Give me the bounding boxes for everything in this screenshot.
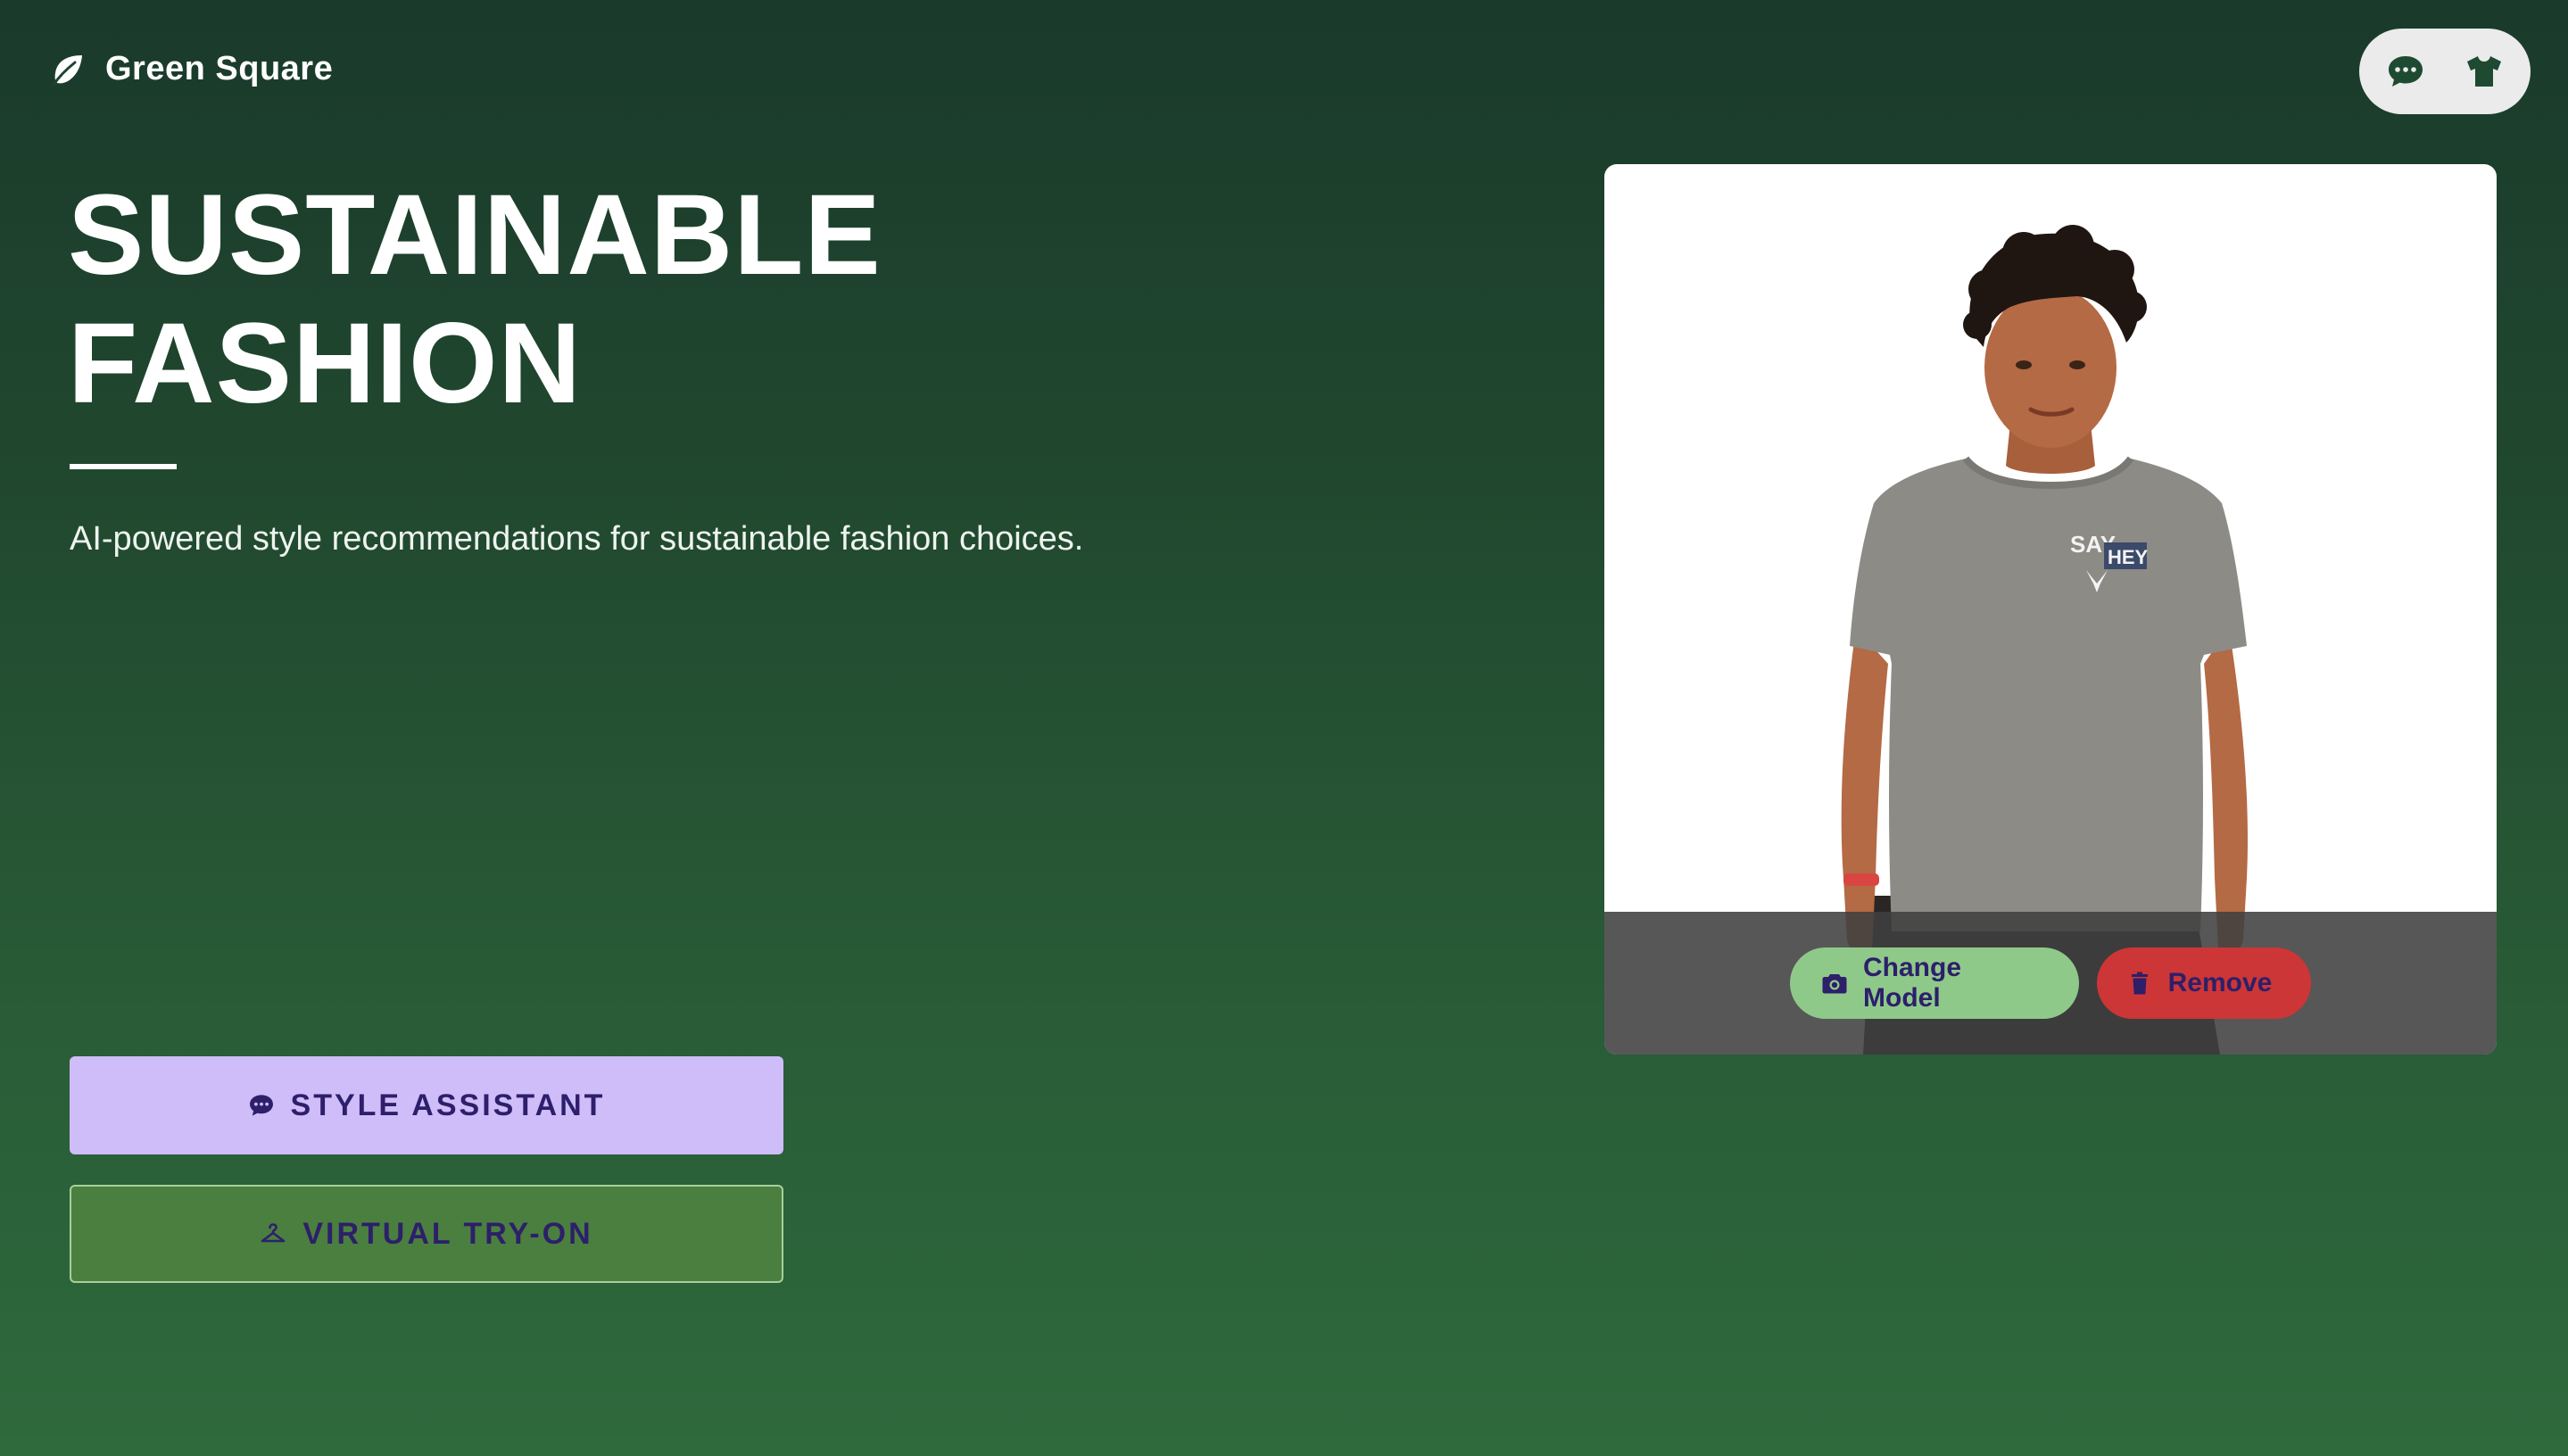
model-preview-card: SAY HEY Change Model Remove (1604, 164, 2497, 1055)
remove-label: Remove (2167, 968, 2273, 997)
camera-icon (1820, 969, 1849, 997)
chat-bubble-icon (248, 1092, 275, 1119)
virtual-tryon-button[interactable]: VIRTUAL TRY-ON (70, 1185, 783, 1283)
hero-title-line1: SUSTAINABLE (68, 171, 882, 299)
trash-icon (2125, 969, 2154, 997)
top-actions (2359, 29, 2531, 114)
remove-model-button[interactable]: Remove (2097, 947, 2311, 1019)
title-divider (70, 464, 177, 469)
style-assistant-button[interactable]: STYLE ASSISTANT (70, 1056, 783, 1154)
hero-title-line2: FASHION (68, 300, 582, 427)
brand[interactable]: Green Square (50, 50, 333, 88)
style-assistant-label: STYLE ASSISTANT (290, 1088, 606, 1122)
hero-title: SUSTAINABLE FASHION (68, 171, 882, 428)
chat-button[interactable] (2373, 39, 2438, 103)
leaf-icon (50, 52, 86, 87)
brand-name: Green Square (105, 50, 334, 87)
wardrobe-button[interactable] (2452, 39, 2516, 103)
hero-tagline: AI-powered style recommendations for sus… (70, 520, 1084, 558)
tshirt-icon (2464, 52, 2504, 91)
model-actions-bar: Change Model Remove (1604, 912, 2497, 1055)
change-model-button[interactable]: Change Model (1790, 947, 2079, 1019)
hanger-icon (260, 1220, 286, 1247)
change-model-label: Change Model (1863, 953, 1962, 1013)
shirt-print-hey: HEY (2108, 546, 2149, 568)
chat-bubble-icon (2386, 52, 2425, 91)
virtual-tryon-label: VIRTUAL TRY-ON (302, 1216, 593, 1251)
